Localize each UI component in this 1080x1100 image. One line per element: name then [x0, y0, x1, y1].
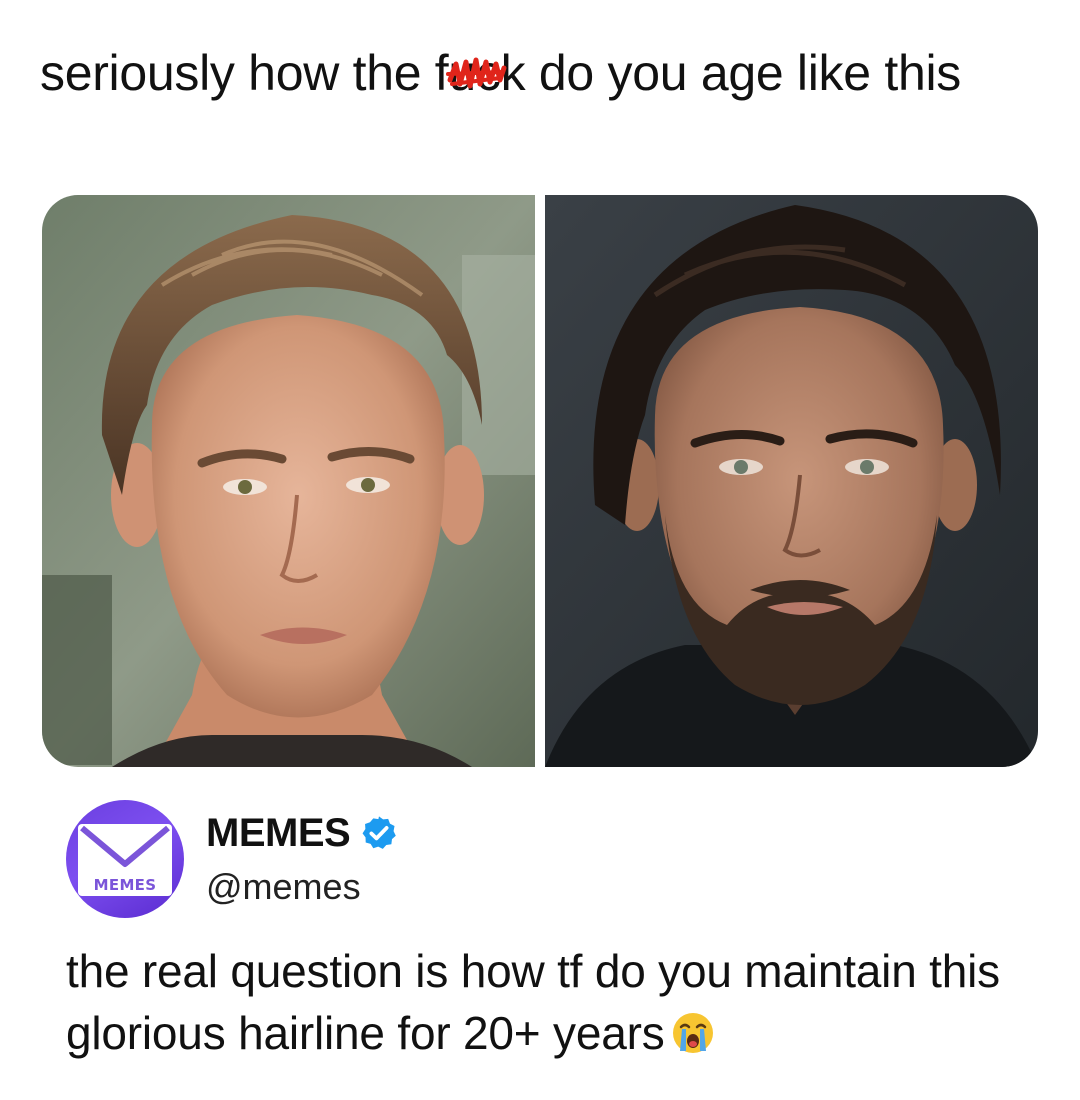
reply-body: the real question is how tf do you maint… [66, 945, 1000, 1059]
handle[interactable]: @memes [206, 866, 361, 908]
display-name[interactable]: MEMES [206, 811, 351, 856]
photo-grid [42, 195, 1038, 767]
caption-start: seriously how the f [40, 45, 449, 101]
avatar-label: MEMES [93, 876, 157, 894]
avatar[interactable]: MEMES [66, 800, 184, 918]
older-portrait-photo [545, 195, 1038, 767]
reply-tweet: MEMES MEMES @memes the real question is … [66, 800, 1026, 1080]
caption: seriously how the fuck do you age like t… [40, 40, 1040, 106]
censor-scribble: uck [446, 40, 526, 106]
name-row: MEMES [206, 808, 398, 858]
avatar-card: MEMES [78, 824, 172, 896]
young-portrait-photo [42, 195, 535, 767]
loudly-crying-face-icon [672, 1013, 713, 1053]
reply-text: the real question is how tf do you maint… [66, 940, 1026, 1064]
verified-badge-icon [362, 816, 396, 849]
caption-end: do you age like this [525, 45, 961, 101]
scribble-icon [446, 57, 507, 89]
meme-post: seriously how the fuck do you age like t… [0, 0, 1080, 1100]
